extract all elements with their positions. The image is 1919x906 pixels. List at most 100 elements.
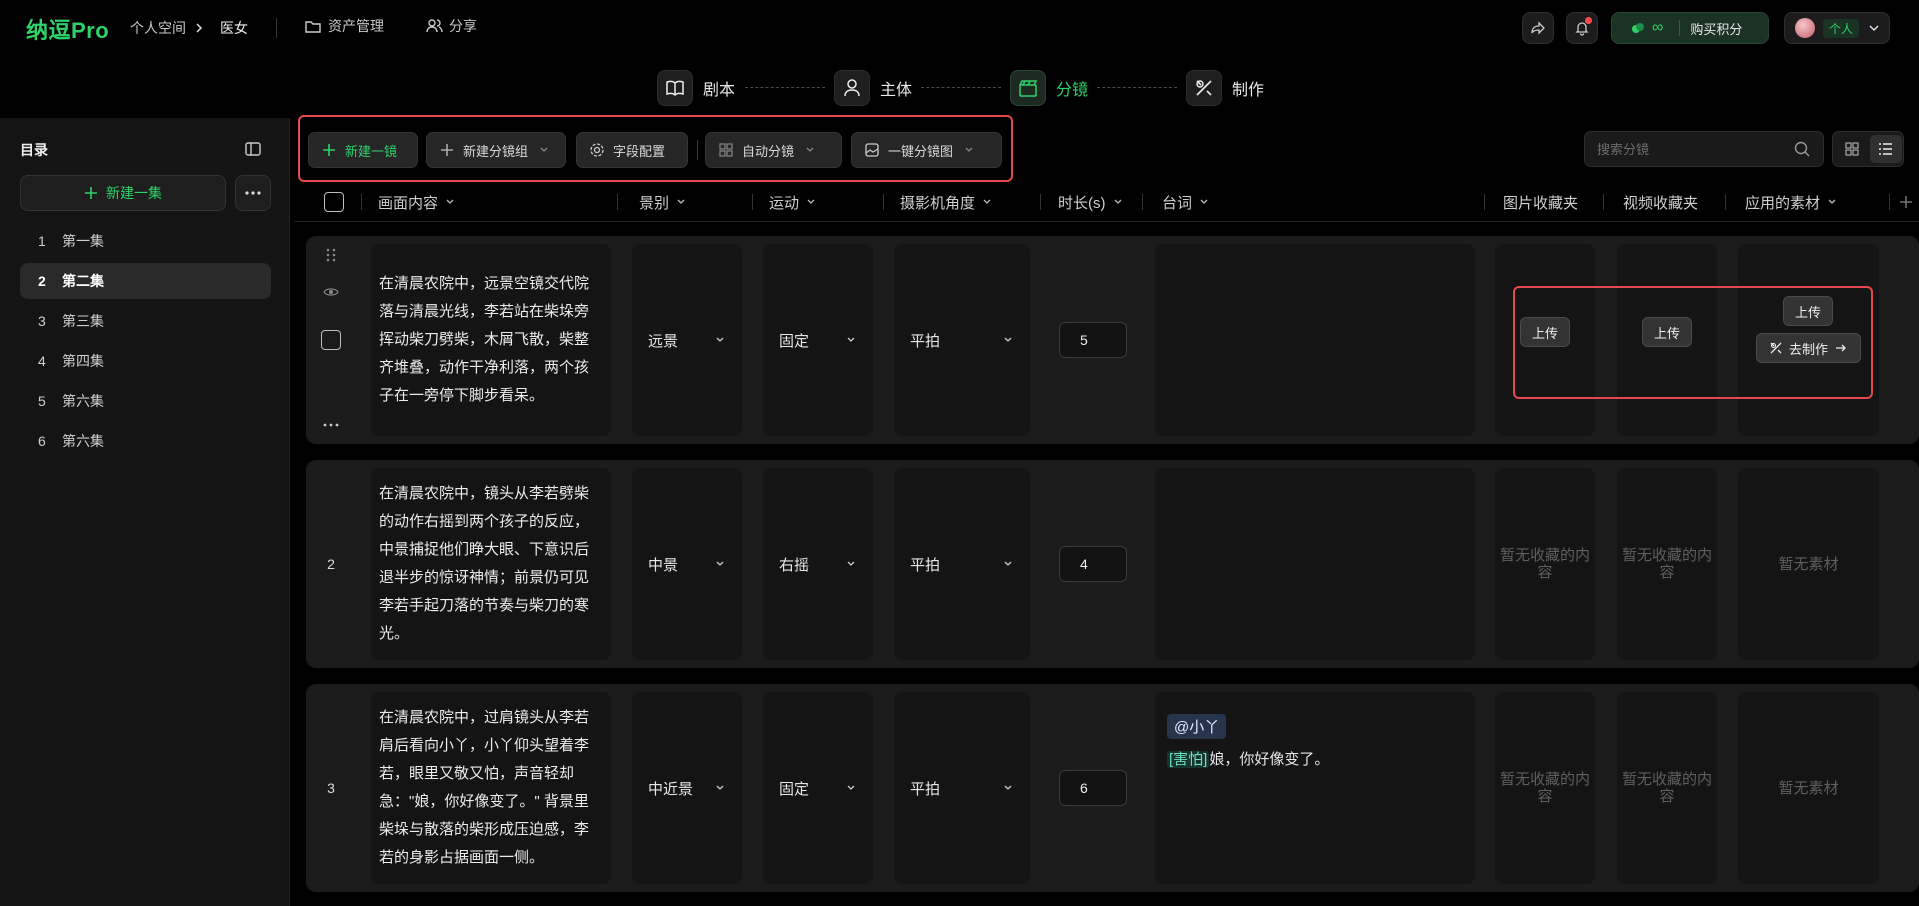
episode-item[interactable]: 6 第六集 bbox=[20, 423, 271, 459]
col-motion[interactable]: 运动 bbox=[769, 182, 817, 222]
drag-handle-icon[interactable] bbox=[325, 248, 337, 262]
col-duration[interactable]: 时长(s) bbox=[1058, 182, 1124, 222]
episode-label: 第四集 bbox=[62, 353, 104, 369]
episode-item[interactable]: 4 第四集 bbox=[20, 343, 271, 379]
toolbar-highlight-box bbox=[298, 115, 1013, 182]
dialogue-cell[interactable] bbox=[1155, 468, 1475, 660]
column-divider bbox=[1142, 194, 1143, 210]
user-menu[interactable]: 个人 bbox=[1784, 12, 1890, 44]
more-options-button[interactable] bbox=[235, 175, 271, 211]
step-storyboard[interactable]: 分镜 bbox=[1010, 70, 1088, 106]
col-content-label: 画面内容 bbox=[378, 194, 439, 212]
col-applied-assets[interactable]: 应用的素材 bbox=[1745, 182, 1838, 222]
step-subject[interactable]: 主体 bbox=[834, 70, 912, 106]
episode-item-active[interactable]: 2 第二集 bbox=[20, 263, 271, 299]
episode-label: 第三集 bbox=[62, 313, 104, 329]
episode-number: 5 bbox=[38, 393, 46, 409]
new-episode-button[interactable]: 新建一集 bbox=[20, 175, 226, 211]
col-image-favorites[interactable]: 图片收藏夹 bbox=[1503, 182, 1578, 222]
checkbox[interactable] bbox=[324, 192, 344, 212]
notification-button[interactable] bbox=[1566, 12, 1598, 44]
motion-value: 固定 bbox=[779, 780, 810, 798]
workflow-stepper: 剧本 主体 分镜 制作 bbox=[0, 70, 1919, 106]
step-subject-label: 主体 bbox=[880, 82, 913, 99]
col-dialogue-label: 台词 bbox=[1162, 194, 1193, 212]
breadcrumb-personal-space[interactable]: 个人空间 bbox=[130, 18, 186, 38]
avatar bbox=[1795, 18, 1815, 38]
sidebar-collapse-icon[interactable] bbox=[244, 140, 262, 158]
nav-asset-management-label: 资产管理 bbox=[328, 18, 384, 34]
col-content[interactable]: 画面内容 bbox=[378, 182, 456, 222]
search-input[interactable] bbox=[1597, 141, 1793, 157]
duration-input[interactable]: 4 bbox=[1059, 546, 1127, 582]
shot-size-select[interactable]: 远景 bbox=[632, 244, 742, 436]
step-script-label: 剧本 bbox=[703, 82, 736, 99]
motion-select[interactable]: 固定 bbox=[763, 244, 873, 436]
empty-state-text: 暂无素材 bbox=[1778, 780, 1839, 797]
more-icon[interactable] bbox=[323, 423, 339, 427]
upload-highlight-box bbox=[1513, 286, 1873, 399]
step-production[interactable]: 制作 bbox=[1186, 70, 1264, 106]
chevron-right-icon bbox=[196, 23, 203, 33]
motion-select[interactable]: 右摇 bbox=[763, 468, 873, 660]
points-divider bbox=[1679, 20, 1681, 36]
col-shot-size[interactable]: 景别 bbox=[639, 182, 687, 222]
episode-list: 1 第一集 2 第二集 3 第三集 4 第四集 5 第六集 6 第六集 bbox=[20, 223, 271, 463]
duration-value: 6 bbox=[1080, 780, 1088, 796]
episode-item[interactable]: 5 第六集 bbox=[20, 383, 271, 419]
share-button[interactable] bbox=[1522, 12, 1554, 44]
camera-angle-select[interactable]: 平拍 bbox=[894, 468, 1030, 660]
col-applied-assets-label: 应用的素材 bbox=[1745, 194, 1821, 212]
content-cell[interactable]: 在清晨农院中，过肩镜头从李若肩后看向小丫，小丫仰头望着李若，眼里又敬又怕，声音轻… bbox=[371, 692, 611, 884]
chevron-down-icon bbox=[716, 337, 724, 342]
episode-number: 6 bbox=[38, 433, 46, 449]
empty-state-text: 暂无收藏的内容 bbox=[1499, 771, 1590, 805]
emotion-tag[interactable]: [害怕] bbox=[1167, 751, 1210, 768]
episode-item[interactable]: 3 第三集 bbox=[20, 303, 271, 339]
camera-angle-select[interactable]: 平拍 bbox=[894, 244, 1030, 436]
chevron-down-icon bbox=[677, 199, 685, 204]
nav-share[interactable]: 分享 bbox=[425, 16, 477, 36]
nav-share-label: 分享 bbox=[449, 18, 477, 34]
grid-view-button[interactable] bbox=[1836, 135, 1868, 163]
column-divider bbox=[361, 194, 362, 210]
shot-size-select[interactable]: 中景 bbox=[632, 468, 742, 660]
step-script[interactable]: 剧本 bbox=[657, 70, 735, 106]
col-camera-angle-label: 摄影机角度 bbox=[900, 194, 976, 212]
coin-icon bbox=[1632, 23, 1644, 33]
character-mention[interactable]: @小丫 bbox=[1167, 714, 1227, 739]
chevron-down-icon bbox=[716, 785, 724, 790]
app-logo[interactable]: 纳逗Pro bbox=[26, 13, 109, 45]
col-video-favorites[interactable]: 视频收藏夹 bbox=[1623, 182, 1698, 222]
dialogue-cell[interactable] bbox=[1155, 244, 1475, 436]
duration-input[interactable]: 5 bbox=[1059, 322, 1127, 358]
list-view-icon bbox=[1879, 143, 1892, 155]
chevron-down-icon bbox=[1828, 199, 1836, 204]
select-all-checkbox[interactable] bbox=[324, 182, 344, 222]
breadcrumb-project[interactable]: 医女 bbox=[220, 18, 248, 38]
camera-angle-select[interactable]: 平拍 bbox=[894, 692, 1030, 884]
duration-value: 5 bbox=[1080, 332, 1088, 348]
eye-icon[interactable] bbox=[323, 286, 339, 298]
shot-size-select[interactable]: 中近景 bbox=[632, 692, 742, 884]
step-storyboard-label: 分镜 bbox=[1056, 82, 1089, 99]
chevron-down-icon bbox=[847, 337, 855, 342]
nav-asset-management[interactable]: 资产管理 bbox=[304, 16, 384, 36]
person-icon bbox=[834, 70, 870, 106]
points-panel[interactable]: ∞ 购买积分 bbox=[1611, 12, 1769, 44]
col-dialogue[interactable]: 台词 bbox=[1162, 182, 1210, 222]
notification-dot bbox=[1585, 17, 1592, 24]
content-cell[interactable]: 在清晨农院中，镜头从李若劈柴的动作右摇到两个孩子的反应，中景捕捉他们睁大眼、下意… bbox=[371, 468, 611, 660]
add-column-button[interactable] bbox=[1900, 182, 1912, 222]
duration-input[interactable]: 6 bbox=[1059, 770, 1127, 806]
buy-points-label[interactable]: 购买积分 bbox=[1690, 19, 1742, 38]
episode-item[interactable]: 1 第一集 bbox=[20, 223, 271, 259]
row-checkbox[interactable] bbox=[321, 330, 341, 350]
search-box[interactable] bbox=[1584, 131, 1824, 167]
col-camera-angle[interactable]: 摄影机角度 bbox=[900, 182, 993, 222]
search-icon[interactable] bbox=[1793, 140, 1811, 158]
content-cell[interactable]: 在清晨农院中，远景空镜交代院落与清晨光线，李若站在柴垛旁挥动柴刀劈柴，木屑飞散，… bbox=[371, 244, 611, 436]
motion-select[interactable]: 固定 bbox=[763, 692, 873, 884]
dialogue-cell[interactable]: @小丫 [害怕] 娘，你好像变了。 bbox=[1155, 692, 1475, 884]
list-view-button[interactable] bbox=[1870, 135, 1902, 163]
